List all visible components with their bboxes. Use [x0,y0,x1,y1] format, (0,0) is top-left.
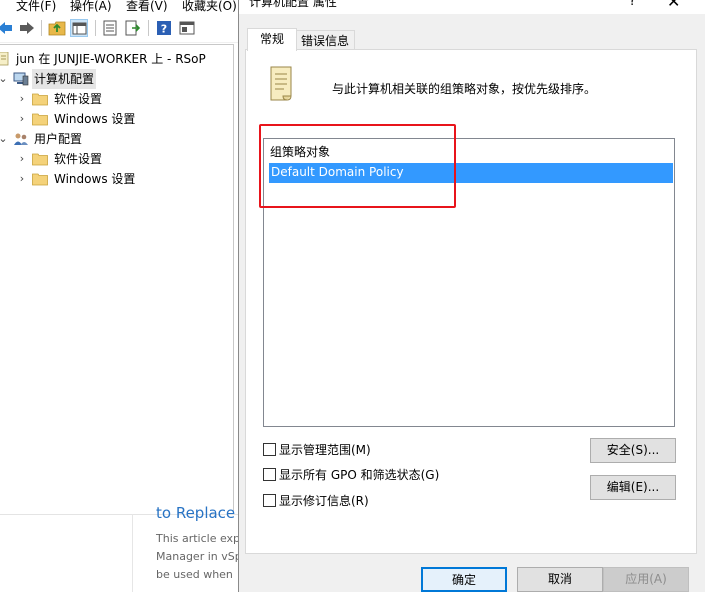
menu-view[interactable]: 查看(V) [126,0,168,14]
tab-strip: 常规 错误信息 [239,28,705,51]
export-list-icon[interactable] [101,19,119,37]
article-divider [132,514,133,592]
scroll-document-icon [266,64,298,102]
tree-root-label: jun 在 JUNJIE-WORKER 上 - RSoP [16,52,206,66]
article-title-link[interactable]: to Replace [156,504,235,522]
tree-label-computer-windows: Windows 设置 [54,112,136,126]
tab-error-info[interactable]: 错误信息 [295,30,355,51]
chevron-right-icon[interactable]: › [17,149,27,169]
menu-file[interactable]: 文件(F) [16,0,56,14]
export-icon[interactable] [124,19,142,37]
checkbox-label: 显示管理范围(M) [279,443,371,457]
folder-icon [32,112,48,126]
show-hide-tree-icon[interactable] [70,19,88,37]
tab-general[interactable]: 常规 [247,28,297,51]
menu-bar: 文件(F) 操作(A) 查看(V) 收藏夹(O) [0,0,240,14]
article-text-line: This article exp [156,532,241,545]
tree-label-user-windows: Windows 设置 [54,172,136,186]
checkbox-box[interactable] [263,468,276,481]
folder-icon [32,152,48,166]
users-icon [13,132,29,146]
folder-icon [32,172,48,186]
forward-arrow-icon[interactable] [18,19,36,37]
chevron-right-icon[interactable]: › [17,89,27,109]
edit-button[interactable]: 编辑(E)... [590,475,676,500]
tab-page-general: 与此计算机相关联的组策略对象，按优先级排序。 组策略对象 Default Dom… [245,49,697,554]
properties-dialog: 计算机配置 属性 ? ✕ 常规 错误信息 与此计算机相关联的组策略对象，按优先级… [238,0,705,592]
rsop-document-icon [0,52,14,66]
chevron-down-icon[interactable]: ⌄ [0,129,8,149]
tree-label-computer-software: 软件设置 [54,92,103,106]
menu-action[interactable]: 操作(A) [70,0,112,14]
svg-text:?: ? [161,23,167,36]
article-text-line: be used when [156,568,233,581]
menu-favorites[interactable]: 收藏夹(O) [182,0,237,14]
cancel-button[interactable]: 取消 [517,567,603,592]
chevron-right-icon[interactable]: › [17,169,27,189]
chevron-down-icon[interactable]: ⌄ [0,69,8,89]
help-icon[interactable]: ? [155,19,173,37]
dialog-titlebar[interactable]: 计算机配置 属性 ? ✕ [239,0,705,14]
tree-label-user-config: 用户配置 [34,132,83,146]
article-text-line: Manager in vSp [156,550,242,563]
checkbox-box[interactable] [263,443,276,456]
chevron-right-icon[interactable]: › [17,109,27,129]
help-button[interactable]: ? [629,0,636,9]
apply-button[interactable]: 应用(A) [603,567,689,592]
console-tree: jun 在 JUNJIE-WORKER 上 - RSoP ⌄ 计算机配置 › 软… [0,44,234,515]
back-arrow-icon[interactable] [0,19,14,37]
description-text: 与此计算机相关联的组策略对象，按优先级排序。 [332,82,597,96]
checkbox-box[interactable] [263,494,276,507]
up-folder-icon[interactable] [48,19,66,37]
toolbar: ? [0,14,240,43]
ok-button[interactable]: 确定 [421,567,507,592]
folder-icon [32,92,48,106]
checkbox-label: 显示修订信息(R) [279,494,369,508]
close-button[interactable]: ✕ [667,0,680,11]
dialog-title: 计算机配置 属性 [249,0,337,9]
computer-icon [13,72,29,86]
tree-label-computer-config: 计算机配置 [32,69,97,89]
highlight-annotation [259,124,456,208]
checkbox-label: 显示所有 GPO 和筛选状态(G) [279,468,440,482]
properties-icon[interactable] [178,19,196,37]
tree-label-user-software: 软件设置 [54,152,103,166]
security-button[interactable]: 安全(S)... [590,438,676,463]
